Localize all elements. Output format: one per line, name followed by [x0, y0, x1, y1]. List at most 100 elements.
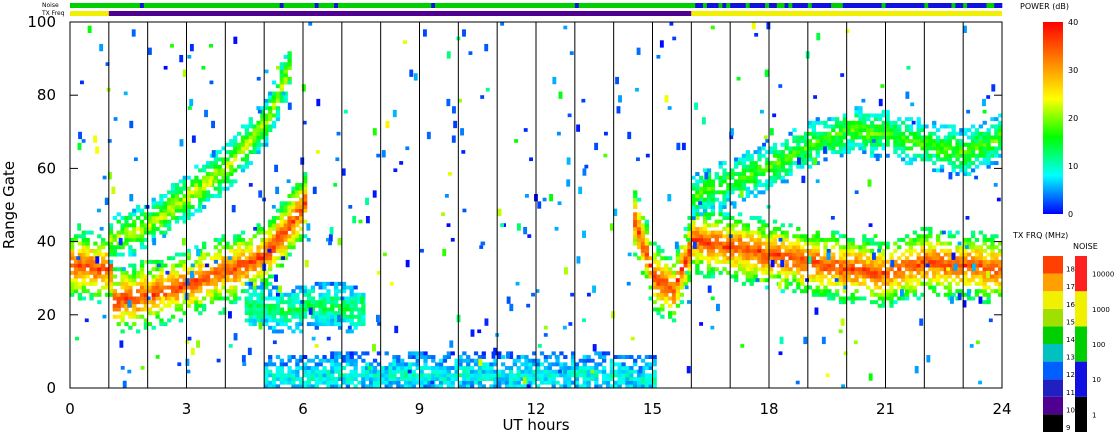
- echo-cell: [877, 139, 883, 144]
- echo-cell: [664, 95, 669, 103]
- echo-cell: [877, 124, 883, 129]
- echo-cell: [330, 322, 335, 327]
- echo-cell: [753, 186, 758, 191]
- echo-cell: [885, 281, 890, 286]
- echo-cell: [897, 296, 902, 301]
- echo-cell: [85, 289, 90, 294]
- echo-cell: [399, 161, 404, 165]
- echo-cell: [438, 380, 444, 385]
- echo-cell: [275, 311, 281, 316]
- echo-cell: [788, 157, 793, 162]
- noise-bar-segment: [978, 3, 983, 8]
- echo-cell: [388, 362, 393, 367]
- echo-cell: [722, 194, 727, 198]
- echo-cell: [932, 124, 937, 129]
- echo-cell: [229, 285, 234, 290]
- echo-cell: [97, 263, 102, 268]
- echo-cell: [233, 234, 238, 239]
- echo-cell: [974, 252, 980, 257]
- echo-cell: [361, 369, 366, 374]
- echo-cell: [792, 153, 797, 158]
- echo-cell: [916, 256, 921, 261]
- echo-cell: [275, 373, 281, 378]
- echo-cell: [151, 234, 156, 239]
- echo-cell: [279, 219, 284, 224]
- echo-cell: [213, 175, 218, 180]
- echo-cell: [291, 230, 296, 235]
- echo-cell: [244, 311, 250, 316]
- echo-cell: [372, 128, 377, 136]
- echo-cell: [846, 278, 851, 283]
- echo-cell: [796, 234, 801, 239]
- echo-cell: [924, 256, 929, 261]
- echo-cell: [963, 292, 968, 297]
- echo-cell: [963, 278, 968, 283]
- echo-cell: [196, 248, 201, 257]
- echo-cell: [691, 175, 696, 180]
- echo-cell: [730, 263, 735, 268]
- echo-cell: [904, 135, 910, 140]
- echo-cell: [877, 270, 883, 275]
- echo-cell: [838, 267, 844, 272]
- echo-cell: [116, 245, 121, 250]
- echo-cell: [916, 142, 921, 147]
- noise-bar-segment: [835, 3, 840, 8]
- echo-cell: [268, 318, 273, 323]
- echo-cell: [846, 267, 851, 272]
- echo-cell: [167, 226, 172, 231]
- echo-cell: [893, 278, 898, 283]
- echo-cell: [353, 285, 358, 290]
- echo-cell: [281, 91, 286, 96]
- echo-cell: [489, 373, 494, 378]
- echo-cell: [904, 274, 910, 279]
- echo-cell: [698, 201, 703, 205]
- echo-cell: [955, 289, 960, 294]
- echo-cell: [893, 300, 898, 305]
- echo-cell: [93, 267, 98, 272]
- echo-cell: [823, 259, 828, 264]
- echo-cell: [901, 135, 906, 140]
- echo-cell: [831, 237, 836, 242]
- echo-cell: [170, 256, 176, 261]
- echo-cell: [969, 344, 974, 348]
- echo-cell: [89, 267, 94, 272]
- echo-cell: [695, 172, 700, 177]
- echo-cell: [963, 256, 968, 261]
- echo-cell: [935, 278, 941, 283]
- echo-cell: [349, 300, 354, 305]
- echo-cell: [877, 113, 883, 118]
- echo-cell: [986, 139, 991, 144]
- echo-cell: [636, 226, 642, 231]
- echo-cell: [838, 128, 844, 133]
- echo-cell: [77, 292, 83, 297]
- echo-cell: [792, 234, 797, 239]
- echo-cell: [584, 164, 589, 169]
- echo-cell: [772, 164, 778, 169]
- echo-cell: [136, 281, 141, 286]
- echo-cell: [730, 241, 735, 246]
- noise-bar-segment: [163, 3, 168, 8]
- echo-cell: [633, 194, 638, 198]
- echo-cell: [147, 230, 152, 235]
- echo-cell: [209, 296, 215, 301]
- noise-bar-segment: [842, 3, 847, 8]
- echo-cell: [772, 241, 778, 246]
- echo-cell: [854, 106, 859, 111]
- echo-cell: [598, 369, 603, 374]
- noise-colorbar-tick-label: 1: [1092, 411, 1096, 419]
- noise-bar-segment: [586, 3, 591, 8]
- echo-cell: [240, 248, 246, 253]
- echo-cell: [345, 296, 350, 301]
- echo-cell: [268, 355, 273, 360]
- echo-cell: [353, 292, 358, 297]
- echo-cell: [287, 62, 292, 67]
- echo-cell: [957, 292, 962, 301]
- echo-cell: [204, 109, 208, 118]
- echo-cell: [365, 351, 370, 356]
- echo-cell: [840, 318, 845, 326]
- echo-cell: [240, 270, 246, 275]
- echo-cell: [303, 292, 308, 297]
- echo-cell: [108, 226, 114, 231]
- echo-cell: [893, 146, 898, 151]
- echo-cell: [718, 161, 723, 166]
